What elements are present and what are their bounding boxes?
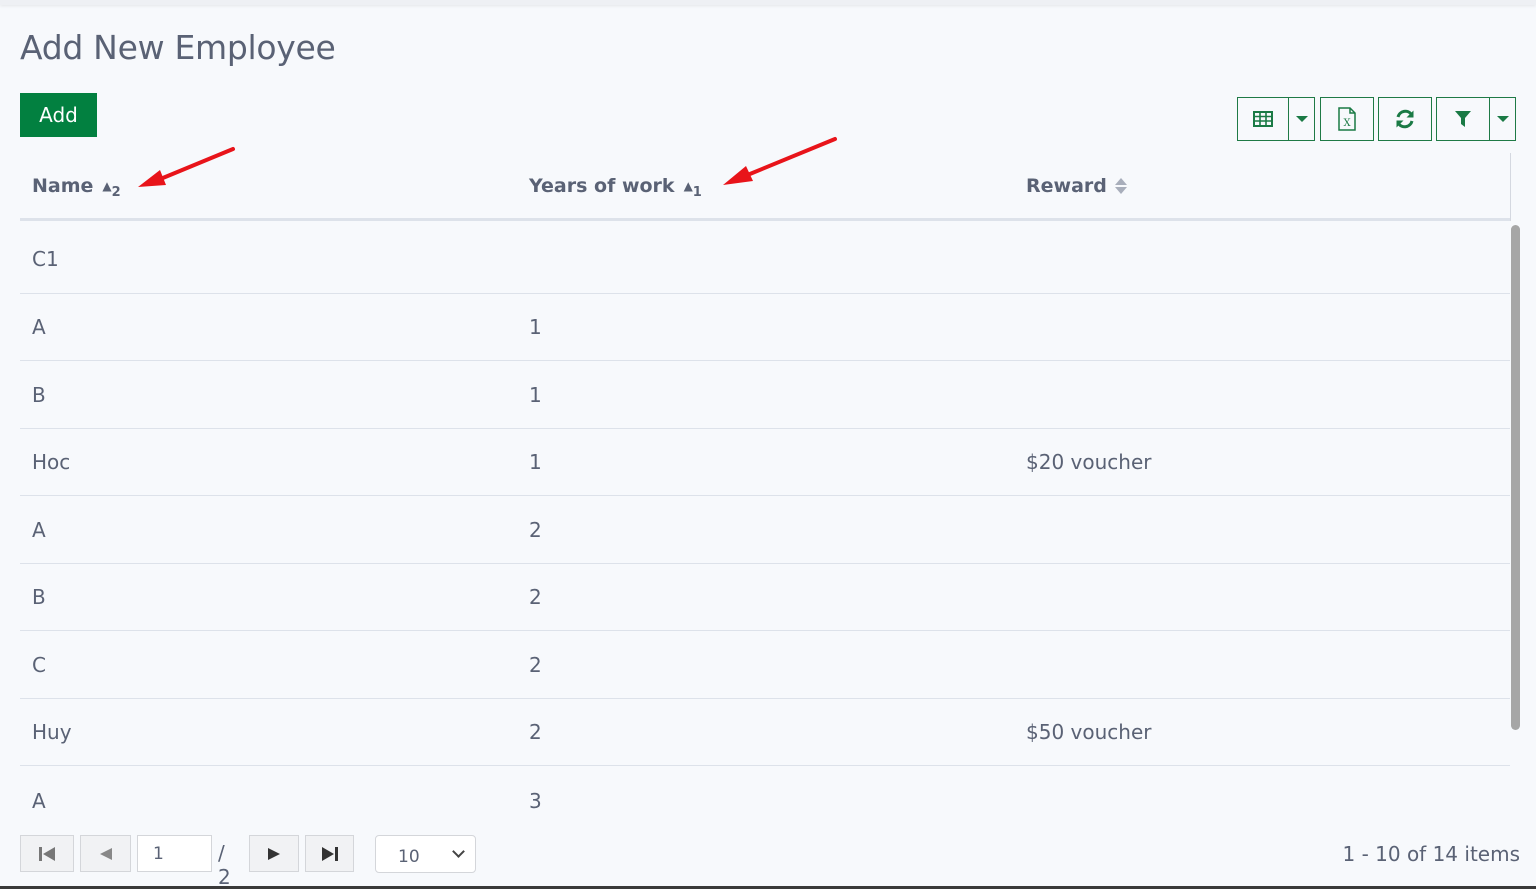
- years-of-work-cell: 2: [529, 720, 542, 744]
- page-number-input[interactable]: [137, 835, 212, 872]
- next-page-button[interactable]: [249, 835, 299, 872]
- table-row[interactable]: B1: [20, 361, 1510, 429]
- table-row[interactable]: A3: [20, 766, 1510, 836]
- filter-dropdown-button[interactable]: [1489, 97, 1516, 141]
- years-of-work-cell: 1: [529, 315, 542, 339]
- name-cell: C1: [32, 246, 59, 271]
- sort-unsorted-icon: [1114, 178, 1127, 194]
- name-cell: Huy: [32, 720, 72, 744]
- grid-header: Name ▲2 Years of work ▲1 Reward: [20, 153, 1511, 221]
- years-of-work-cell: 1: [529, 382, 542, 407]
- caret-down-icon: [1295, 116, 1308, 122]
- table-row[interactable]: A1: [20, 294, 1510, 361]
- chevron-down-icon: [452, 845, 465, 858]
- table-row[interactable]: Hoc 1 $20 voucher: [20, 429, 1510, 496]
- excel-file-icon: X: [1338, 107, 1356, 131]
- table-row[interactable]: C1: [20, 224, 1510, 294]
- first-page-button[interactable]: [20, 835, 74, 872]
- table-row[interactable]: C2: [20, 631, 1510, 699]
- caret-down-icon: [1496, 116, 1509, 122]
- vertical-scrollbar-thumb[interactable]: [1511, 225, 1520, 730]
- last-page-button[interactable]: [305, 835, 354, 872]
- name-cell: C: [32, 652, 46, 677]
- svg-text:X: X: [1343, 118, 1351, 129]
- column-chooser-button[interactable]: [1237, 97, 1290, 141]
- years-of-work-cell: 2: [529, 585, 542, 609]
- years-of-work-cell: 2: [529, 652, 542, 677]
- page-title: Add New Employee: [20, 28, 336, 67]
- page-size-select[interactable]: 10: [375, 835, 476, 873]
- sort-order-badge: 2: [111, 185, 121, 201]
- filter-button[interactable]: [1436, 97, 1490, 141]
- pager-info: 1 - 10 of 14 items: [1342, 842, 1520, 866]
- table-icon: [1253, 111, 1273, 127]
- table-row[interactable]: A2: [20, 496, 1510, 564]
- table-row[interactable]: B2: [20, 564, 1510, 631]
- reward-cell: $50 voucher: [1026, 720, 1152, 744]
- refresh-button[interactable]: [1378, 97, 1432, 141]
- previous-page-icon: [99, 847, 112, 860]
- name-cell: A: [32, 315, 46, 339]
- column-chooser-dropdown-button[interactable]: [1289, 97, 1315, 141]
- filter-icon: [1455, 111, 1471, 127]
- column-header-label: Name: [32, 175, 94, 197]
- column-header-reward[interactable]: Reward: [1026, 175, 1127, 197]
- sort-ascending-icon: ▲1: [683, 178, 702, 201]
- previous-page-button[interactable]: [80, 835, 131, 872]
- name-cell: B: [32, 382, 46, 407]
- column-header-label: Reward: [1026, 175, 1107, 197]
- years-of-work-cell: 2: [529, 517, 542, 542]
- total-pages-label: / 2: [218, 841, 231, 889]
- column-header-label: Years of work: [529, 175, 675, 197]
- top-bar: [0, 0, 1536, 5]
- export-excel-button[interactable]: X: [1320, 97, 1374, 141]
- column-header-name[interactable]: Name ▲2: [32, 175, 121, 201]
- header-divider: [1510, 153, 1511, 221]
- name-cell: A: [32, 517, 46, 542]
- page-size-value: 10: [398, 847, 420, 867]
- column-header-years-of-work[interactable]: Years of work ▲1: [529, 175, 702, 201]
- sort-order-badge: 1: [692, 185, 702, 201]
- add-button[interactable]: Add: [20, 93, 97, 137]
- years-of-work-cell: 3: [529, 789, 542, 813]
- table-row[interactable]: Huy 2 $50 voucher: [20, 699, 1510, 766]
- name-cell: B: [32, 585, 46, 609]
- reward-cell: $20 voucher: [1026, 450, 1152, 474]
- years-of-work-cell: 1: [529, 450, 542, 474]
- first-page-icon: [39, 846, 55, 861]
- name-cell: Hoc: [32, 450, 71, 474]
- refresh-icon: [1396, 109, 1414, 129]
- last-page-icon: [321, 846, 338, 861]
- sort-ascending-icon: ▲2: [102, 178, 121, 201]
- next-page-icon: [268, 847, 280, 860]
- name-cell: A: [32, 789, 46, 813]
